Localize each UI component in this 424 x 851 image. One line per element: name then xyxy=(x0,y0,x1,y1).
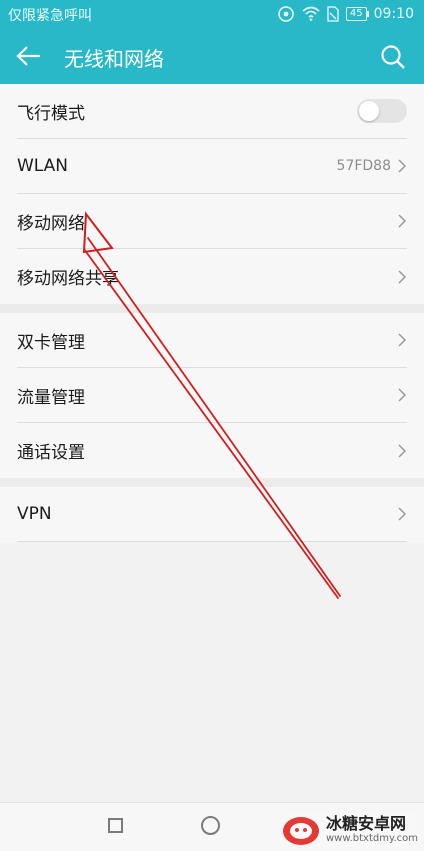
home-button[interactable] xyxy=(201,816,220,835)
dual-sim-row[interactable]: 双卡管理 xyxy=(17,313,407,368)
toggle-knob xyxy=(359,101,379,121)
airplane-mode-toggle[interactable] xyxy=(357,99,407,123)
tethering-row[interactable]: 移动网络共享 xyxy=(17,249,407,304)
row-label: 飞行模式 xyxy=(17,103,85,124)
chevron-right-icon xyxy=(398,214,407,228)
row-label: 移动网络共享 xyxy=(17,269,119,289)
recent-apps-button[interactable] xyxy=(108,818,123,833)
clock: 09:10 xyxy=(373,6,414,22)
navigation-bar: 冰糖安卓网 www.btxtdmy.com xyxy=(0,802,424,851)
page-title: 无线和网络 xyxy=(64,47,164,71)
call-settings-row[interactable]: 通话设置 xyxy=(17,423,407,478)
chevron-right-icon xyxy=(398,443,407,458)
battery-icon: 45 xyxy=(345,7,369,21)
airplane-mode-row[interactable]: 飞行模式 xyxy=(17,84,407,139)
row-label: 流量管理 xyxy=(17,387,85,408)
app-bar: 无线和网络 xyxy=(0,28,424,84)
chevron-right-icon xyxy=(398,269,407,284)
settings-list: 飞行模式 WLAN 57FD88 移动网络 移动网络共享 双卡管理 流量管理 通… xyxy=(0,84,424,542)
watermark-text: 冰糖安卓网 www.btxtdmy.com xyxy=(326,815,418,845)
settings-group-network: 飞行模式 WLAN 57FD88 移动网络 移动网络共享 xyxy=(0,84,424,304)
row-label: WLAN xyxy=(17,156,69,176)
carrier-status: 仅限紧急呼叫 xyxy=(8,8,92,24)
wlan-network-name: 57FD88 xyxy=(336,158,391,174)
eye-comfort-icon xyxy=(278,6,294,22)
settings-group-sim: 双卡管理 流量管理 通话设置 xyxy=(0,313,424,478)
mobile-network-row[interactable]: 移动网络 xyxy=(17,194,407,249)
sim-icon xyxy=(327,6,339,22)
watermark-logo-icon xyxy=(282,817,319,845)
chevron-right-icon xyxy=(398,388,407,402)
status-icons: 45 09:10 xyxy=(277,4,414,24)
wifi-icon xyxy=(302,6,320,21)
back-arrow-icon[interactable] xyxy=(14,41,46,71)
search-icon[interactable] xyxy=(378,42,408,72)
status-bar: 仅限紧急呼叫 45 09:10 xyxy=(0,0,424,28)
group-divider xyxy=(0,304,424,313)
row-label: 通话设置 xyxy=(17,443,85,463)
row-right: 57FD88 xyxy=(337,158,407,174)
row-label: 移动网络 xyxy=(17,213,85,234)
data-usage-row[interactable]: 流量管理 xyxy=(17,368,407,423)
row-label: 双卡管理 xyxy=(17,332,85,353)
row-label: VPN xyxy=(17,504,52,524)
chevron-right-icon xyxy=(398,507,407,521)
watermark: 冰糖安卓网 www.btxtdmy.com xyxy=(280,813,418,847)
watermark-url: www.btxtdmy.com xyxy=(325,833,418,844)
watermark-title: 冰糖安卓网 xyxy=(325,814,406,833)
wlan-row[interactable]: WLAN 57FD88 xyxy=(17,139,407,194)
chevron-right-icon xyxy=(398,159,407,173)
vpn-row[interactable]: VPN xyxy=(17,487,407,542)
chevron-right-icon xyxy=(398,333,407,347)
settings-group-vpn: VPN xyxy=(0,487,424,542)
group-divider xyxy=(0,478,424,487)
